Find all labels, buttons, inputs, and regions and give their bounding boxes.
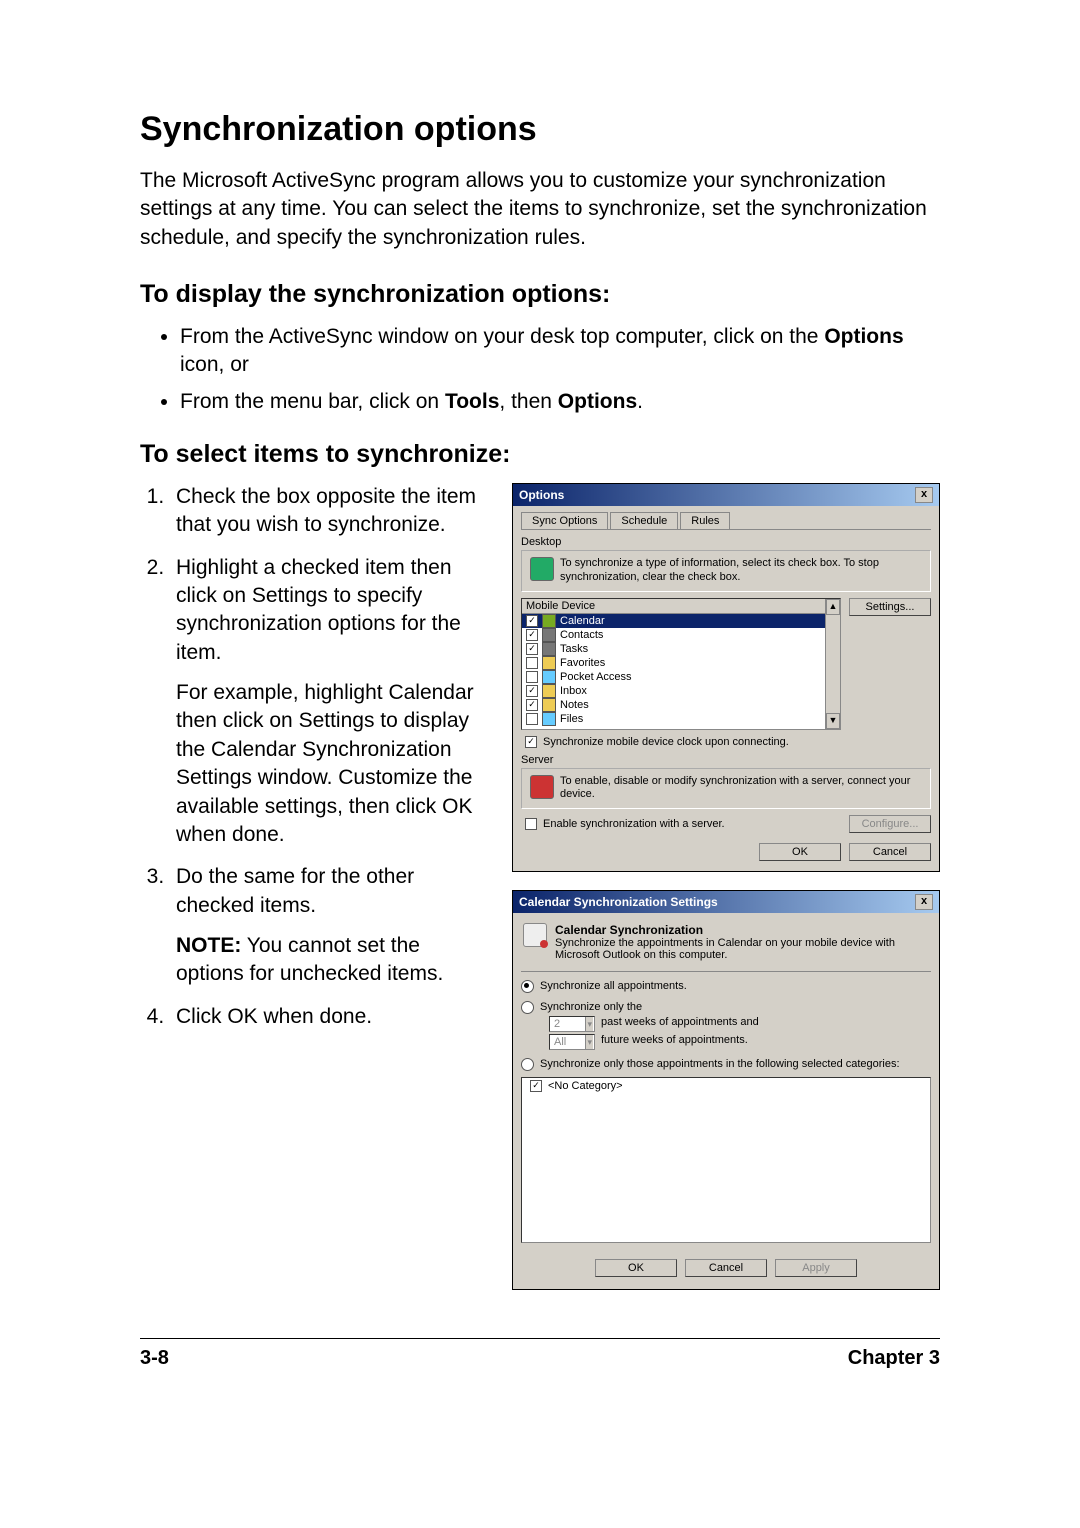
server-help-text: To enable, disable or modify synchroniza… [560,775,922,803]
pocket-access-icon [542,670,556,684]
future-weeks-select: All [549,1034,595,1050]
checkbox-icon[interactable] [526,657,538,669]
calendar-desc-heading: Calendar Synchronization [555,923,929,937]
scroll-up-icon[interactable]: ▲ [826,599,840,615]
checkbox-icon[interactable] [526,699,538,711]
checkbox-icon[interactable] [526,671,538,683]
page-footer: 3-8 Chapter 3 [140,1338,940,1370]
enable-server-checkbox[interactable]: Enable synchronization with a server. Co… [521,815,931,833]
options-tabs: Sync Options Schedule Rules [521,512,931,530]
radio-sync-range[interactable]: Synchronize only the [521,1001,931,1014]
radio-sync-all[interactable]: Synchronize all appointments. [521,980,931,993]
checkbox-icon[interactable] [526,629,538,641]
server-label: Server [521,754,931,766]
server-icon [530,775,554,799]
display-options-list: From the ActiveSync window on your desk … [140,323,940,416]
list-item-pocket-access[interactable]: Pocket Access [522,670,840,684]
radio-icon[interactable] [521,1001,534,1014]
scroll-down-icon[interactable]: ▼ [826,713,840,729]
favorites-icon [542,656,556,670]
apply-button: Apply [775,1259,857,1277]
calendar-title: Calendar Synchronization Settings [519,895,718,909]
settings-button[interactable]: Settings... [849,598,931,616]
checkbox-icon[interactable] [526,713,538,725]
files-icon [542,712,556,726]
cancel-button[interactable]: Cancel [685,1259,767,1277]
calendar-icon [523,923,547,947]
past-weeks-select: 2 [549,1016,595,1032]
calendar-icon [542,614,556,628]
sync-clock-checkbox[interactable]: Synchronize mobile device clock upon con… [521,736,931,748]
bullet-2: From the menu bar, click on Tools, then … [180,388,940,416]
footer-chapter: Chapter 3 [848,1347,940,1370]
configure-button: Configure... [849,815,931,833]
step-2: Highlight a checked item then click on S… [170,554,490,849]
page-title: Synchronization options [140,110,940,149]
sync-items-list[interactable]: Mobile Device Calendar Contacts Tasks [521,598,841,730]
step-2-example: For example, highlight Calendar then cli… [176,679,490,849]
list-item-contacts[interactable]: Contacts [522,628,840,642]
bullet-1: From the ActiveSync window on your desk … [180,323,940,380]
footer-page-number: 3-8 [140,1347,169,1370]
inbox-icon [542,684,556,698]
intro-paragraph: The Microsoft ActiveSync program allows … [140,167,940,252]
tab-sync-options[interactable]: Sync Options [521,512,608,529]
options-dialog: Options x Sync Options Schedule Rules De… [512,483,940,872]
calendar-settings-dialog: Calendar Synchronization Settings x Cale… [512,890,940,1290]
desktop-help-panel: To synchronize a type of information, se… [521,550,931,592]
list-item-calendar[interactable]: Calendar [522,614,840,628]
options-title: Options [519,488,564,502]
close-icon[interactable]: x [915,487,933,503]
step-3: Do the same for the other checked items.… [170,863,490,988]
list-item-tasks[interactable]: Tasks [522,642,840,656]
calendar-desc-text: Synchronize the appointments in Calendar… [555,937,929,961]
tab-schedule[interactable]: Schedule [610,512,678,529]
step-1: Check the box opposite the item that you… [170,483,490,540]
heading-select-items: To select items to synchronize: [140,440,940,469]
checkbox-icon[interactable] [525,818,537,830]
step-4: Click OK when done. [170,1003,490,1031]
list-item-inbox[interactable]: Inbox [522,684,840,698]
list-item-notes[interactable]: Notes [522,698,840,712]
list-header: Mobile Device [522,599,840,614]
tab-rules[interactable]: Rules [680,512,730,529]
categories-list[interactable]: <No Category> [521,1077,931,1243]
close-icon[interactable]: x [915,894,933,910]
heading-display-options: To display the synchronization options: [140,280,940,309]
radio-icon[interactable] [521,1058,534,1071]
radio-icon[interactable] [521,980,534,993]
list-item-files[interactable]: Files [522,712,840,726]
checkbox-icon[interactable] [530,1080,542,1092]
checkbox-icon[interactable] [526,643,538,655]
desktop-label: Desktop [521,536,931,548]
ok-button[interactable]: OK [759,843,841,861]
cancel-button[interactable]: Cancel [849,843,931,861]
desktop-help-text: To synchronize a type of information, se… [560,557,922,585]
scrollbar[interactable]: ▲ ▼ [825,599,840,729]
steps-list: Check the box opposite the item that you… [140,483,490,1031]
calendar-description: Calendar Synchronization Synchronize the… [521,919,931,972]
step-3-note: NOTE: You cannot set the options for unc… [176,932,490,989]
checkbox-icon[interactable] [526,615,538,627]
tasks-icon [542,642,556,656]
radio-sync-categories[interactable]: Synchronize only those appointments in t… [521,1058,931,1071]
notes-icon [542,698,556,712]
calendar-titlebar[interactable]: Calendar Synchronization Settings x [513,891,939,913]
ok-button[interactable]: OK [595,1259,677,1277]
contacts-icon [542,628,556,642]
list-item-favorites[interactable]: Favorites [522,656,840,670]
checkbox-icon[interactable] [525,736,537,748]
checkbox-icon[interactable] [526,685,538,697]
server-help-panel: To enable, disable or modify synchroniza… [521,768,931,810]
globe-icon [530,557,554,581]
options-titlebar[interactable]: Options x [513,484,939,506]
